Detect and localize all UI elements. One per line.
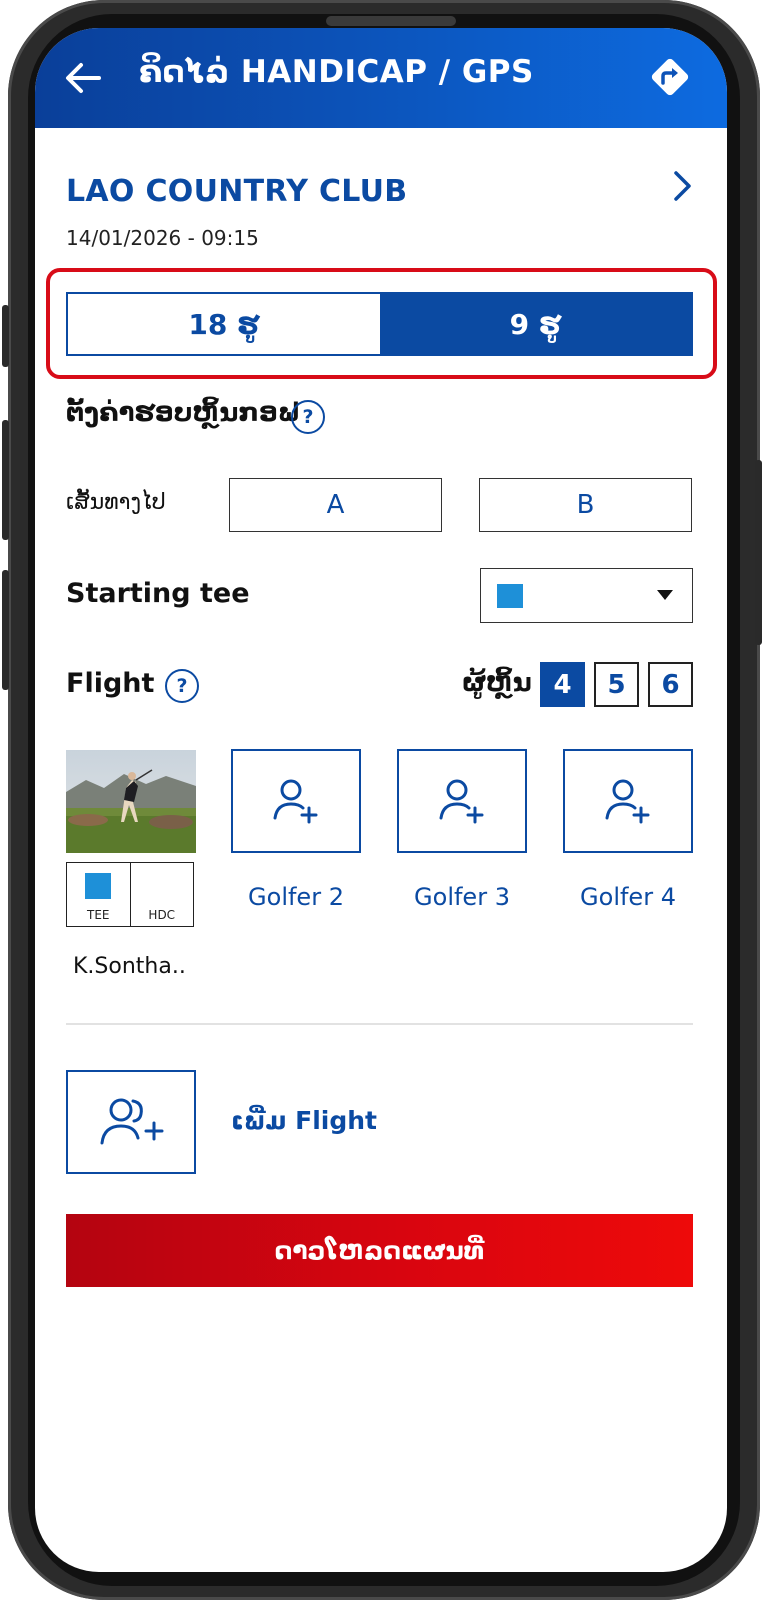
download-map-button[interactable]: ດາວໂຫລດແຜນທີ່ bbox=[66, 1214, 693, 1287]
player-count-6[interactable]: 6 bbox=[648, 662, 693, 707]
golfer-4-label[interactable]: Golfer 4 bbox=[563, 883, 693, 911]
golfer-2-label[interactable]: Golfer 2 bbox=[231, 883, 361, 911]
route-label: ເສັ້ນທາງໄປ bbox=[66, 490, 166, 515]
add-golfer-3-button[interactable] bbox=[397, 749, 527, 853]
page-title: ຄິດໄລ່ HANDICAP / GPS bbox=[139, 54, 534, 90]
add-flight-label[interactable]: ເພີ່ມ Flight bbox=[231, 1106, 377, 1135]
tee-color-swatch bbox=[85, 873, 111, 899]
side-button bbox=[2, 570, 9, 690]
side-button bbox=[755, 460, 762, 645]
tee-cell: TEE bbox=[67, 863, 130, 926]
route-b-button[interactable]: B bbox=[479, 478, 692, 532]
add-group-icon bbox=[100, 1098, 164, 1145]
directions-icon[interactable] bbox=[647, 54, 693, 100]
hdc-caption: HDC bbox=[148, 908, 176, 922]
side-button bbox=[2, 420, 9, 540]
holes-9-option[interactable]: 9 ຮູ bbox=[379, 294, 691, 354]
add-user-icon bbox=[273, 779, 318, 824]
arrow-left-icon[interactable] bbox=[63, 58, 103, 98]
app-screen: ຄິດໄລ່ HANDICAP / GPS LAO COUNTRY CLUB 1… bbox=[35, 28, 727, 1572]
starting-tee-dropdown[interactable] bbox=[480, 568, 693, 623]
tee-color-swatch bbox=[497, 584, 523, 608]
golfer-3-label[interactable]: Golfer 3 bbox=[397, 883, 527, 911]
add-user-icon bbox=[605, 779, 650, 824]
add-user-icon bbox=[439, 779, 484, 824]
divider bbox=[66, 1023, 693, 1025]
round-datetime: 14/01/2026 - 09:15 bbox=[66, 226, 259, 250]
flight-label: Flight bbox=[66, 668, 155, 699]
player-count-4[interactable]: 4 bbox=[540, 662, 585, 707]
add-golfer-2-button[interactable] bbox=[231, 749, 361, 853]
chevron-right-icon[interactable] bbox=[667, 166, 697, 206]
holes-18-option[interactable]: 18 ຮູ bbox=[68, 294, 380, 354]
phone-speaker bbox=[326, 16, 456, 26]
app-header: ຄິດໄລ່ HANDICAP / GPS bbox=[35, 28, 727, 128]
golfer-avatar[interactable] bbox=[66, 750, 196, 853]
players-label: ຜູ້ຫຼິ້ນ bbox=[462, 668, 532, 698]
golfer-name: K.Sontha.. bbox=[73, 954, 186, 979]
help-icon[interactable]: ? bbox=[165, 669, 199, 703]
side-button bbox=[2, 305, 9, 367]
route-a-button[interactable]: A bbox=[229, 478, 442, 532]
holes-toggle: 18 ຮູ 9 ຮູ bbox=[66, 292, 693, 356]
help-icon[interactable]: ? bbox=[291, 400, 325, 434]
starting-tee-label: Starting tee bbox=[66, 578, 250, 609]
add-golfer-4-button[interactable] bbox=[563, 749, 693, 853]
tee-caption: TEE bbox=[87, 908, 110, 922]
player-count-5[interactable]: 5 bbox=[594, 662, 639, 707]
add-flight-button[interactable] bbox=[66, 1070, 196, 1174]
hdc-cell: HDC bbox=[129, 863, 194, 926]
chevron-down-icon bbox=[657, 590, 673, 600]
round-setup-title: ຕັ້ງຄ່າຮອບຫຼິ້ນກອຟ bbox=[66, 398, 301, 428]
club-name[interactable]: LAO COUNTRY CLUB bbox=[66, 174, 407, 209]
golfer-stats[interactable]: TEE HDC bbox=[66, 862, 194, 927]
